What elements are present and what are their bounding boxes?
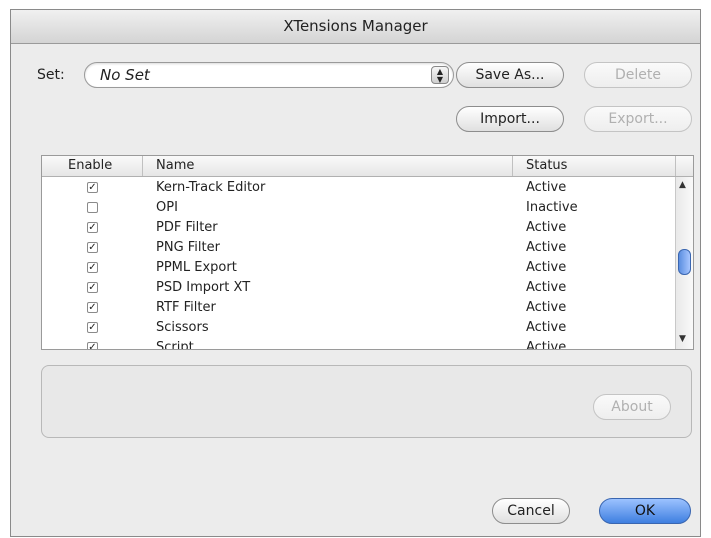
about-button[interactable]: About <box>593 394 671 420</box>
table-row[interactable]: ✓ PPML Export Active <box>42 258 675 278</box>
table-row[interactable]: ✓ Scissors Active <box>42 318 675 338</box>
checkmark-icon[interactable]: ✓ <box>87 282 98 293</box>
checkmark-icon[interactable]: ✓ <box>87 342 98 349</box>
column-header-enable[interactable]: Enable <box>68 158 112 173</box>
xtensions-table: Enable Name Status ✓ Kern-Track Editor Act… <box>41 155 694 350</box>
table-row[interactable]: ✓ Kern-Track Editor Active <box>42 178 675 198</box>
checkmark-icon[interactable]: ✓ <box>87 262 98 273</box>
scroll-up-arrow-icon[interactable]: ▲ <box>679 180 686 190</box>
row-status: Active <box>526 180 567 195</box>
scroll-down-arrow-icon[interactable]: ▼ <box>679 334 686 344</box>
row-name: OPI <box>156 200 178 215</box>
table-row[interactable]: ✓ PSD Import XT Active <box>42 278 675 298</box>
row-status: Active <box>526 300 567 315</box>
checkmark-icon[interactable]: ✓ <box>87 242 98 253</box>
checkmark-icon[interactable]: ✓ <box>87 322 98 333</box>
row-name: RTF Filter <box>156 300 216 315</box>
table-header: Enable Name Status <box>42 156 693 177</box>
export-button[interactable]: Export... <box>584 106 692 132</box>
xtension-info-box: About <box>41 365 692 438</box>
window-title: XTensions Manager <box>11 10 700 44</box>
table-row[interactable]: ✓ Script Active <box>42 338 675 350</box>
column-header-name[interactable]: Name <box>156 158 194 173</box>
xtensions-manager-window: XTensions Manager Set: No Set ▲ ▼ Save As… <box>10 9 701 537</box>
row-status: Active <box>526 340 567 350</box>
row-name: PNG Filter <box>156 240 220 255</box>
row-name: PSD Import XT <box>156 280 251 295</box>
table-scrollbar[interactable]: ▲ ▼ <box>675 177 693 349</box>
column-header-status[interactable]: Status <box>526 158 567 173</box>
set-label: Set: <box>37 67 65 83</box>
set-popup-value: No Set <box>100 66 150 84</box>
scroll-thumb[interactable] <box>678 249 691 275</box>
table-row[interactable]: ✓ PNG Filter Active <box>42 238 675 258</box>
row-name: Script <box>156 340 194 350</box>
table-row[interactable]: ✓ PDF Filter Active <box>42 218 675 238</box>
row-status: Active <box>526 280 567 295</box>
delete-button[interactable]: Delete <box>584 62 692 88</box>
row-status: Inactive <box>526 200 578 215</box>
row-name: Kern-Track Editor <box>156 180 266 195</box>
set-popup[interactable]: No Set ▲ ▼ <box>84 62 454 88</box>
row-status: Active <box>526 320 567 335</box>
checkmark-icon[interactable]: ✓ <box>87 222 98 233</box>
table-row[interactable]: OPI Inactive <box>42 198 675 218</box>
import-button[interactable]: Import... <box>456 106 564 132</box>
checkmark-icon[interactable]: ✓ <box>87 302 98 313</box>
row-status: Active <box>526 240 567 255</box>
save-as-button[interactable]: Save As... <box>456 62 564 88</box>
updown-arrows-icon: ▲ ▼ <box>431 66 449 84</box>
row-name: PDF Filter <box>156 220 218 235</box>
cancel-button[interactable]: Cancel <box>492 498 570 524</box>
table-row[interactable]: ✓ RTF Filter Active <box>42 298 675 318</box>
row-name: PPML Export <box>156 260 237 275</box>
row-status: Active <box>526 220 567 235</box>
row-status: Active <box>526 260 567 275</box>
checkbox-empty[interactable] <box>87 202 98 213</box>
checkmark-icon[interactable]: ✓ <box>87 182 98 193</box>
ok-button[interactable]: OK <box>599 498 691 524</box>
row-name: Scissors <box>156 320 209 335</box>
